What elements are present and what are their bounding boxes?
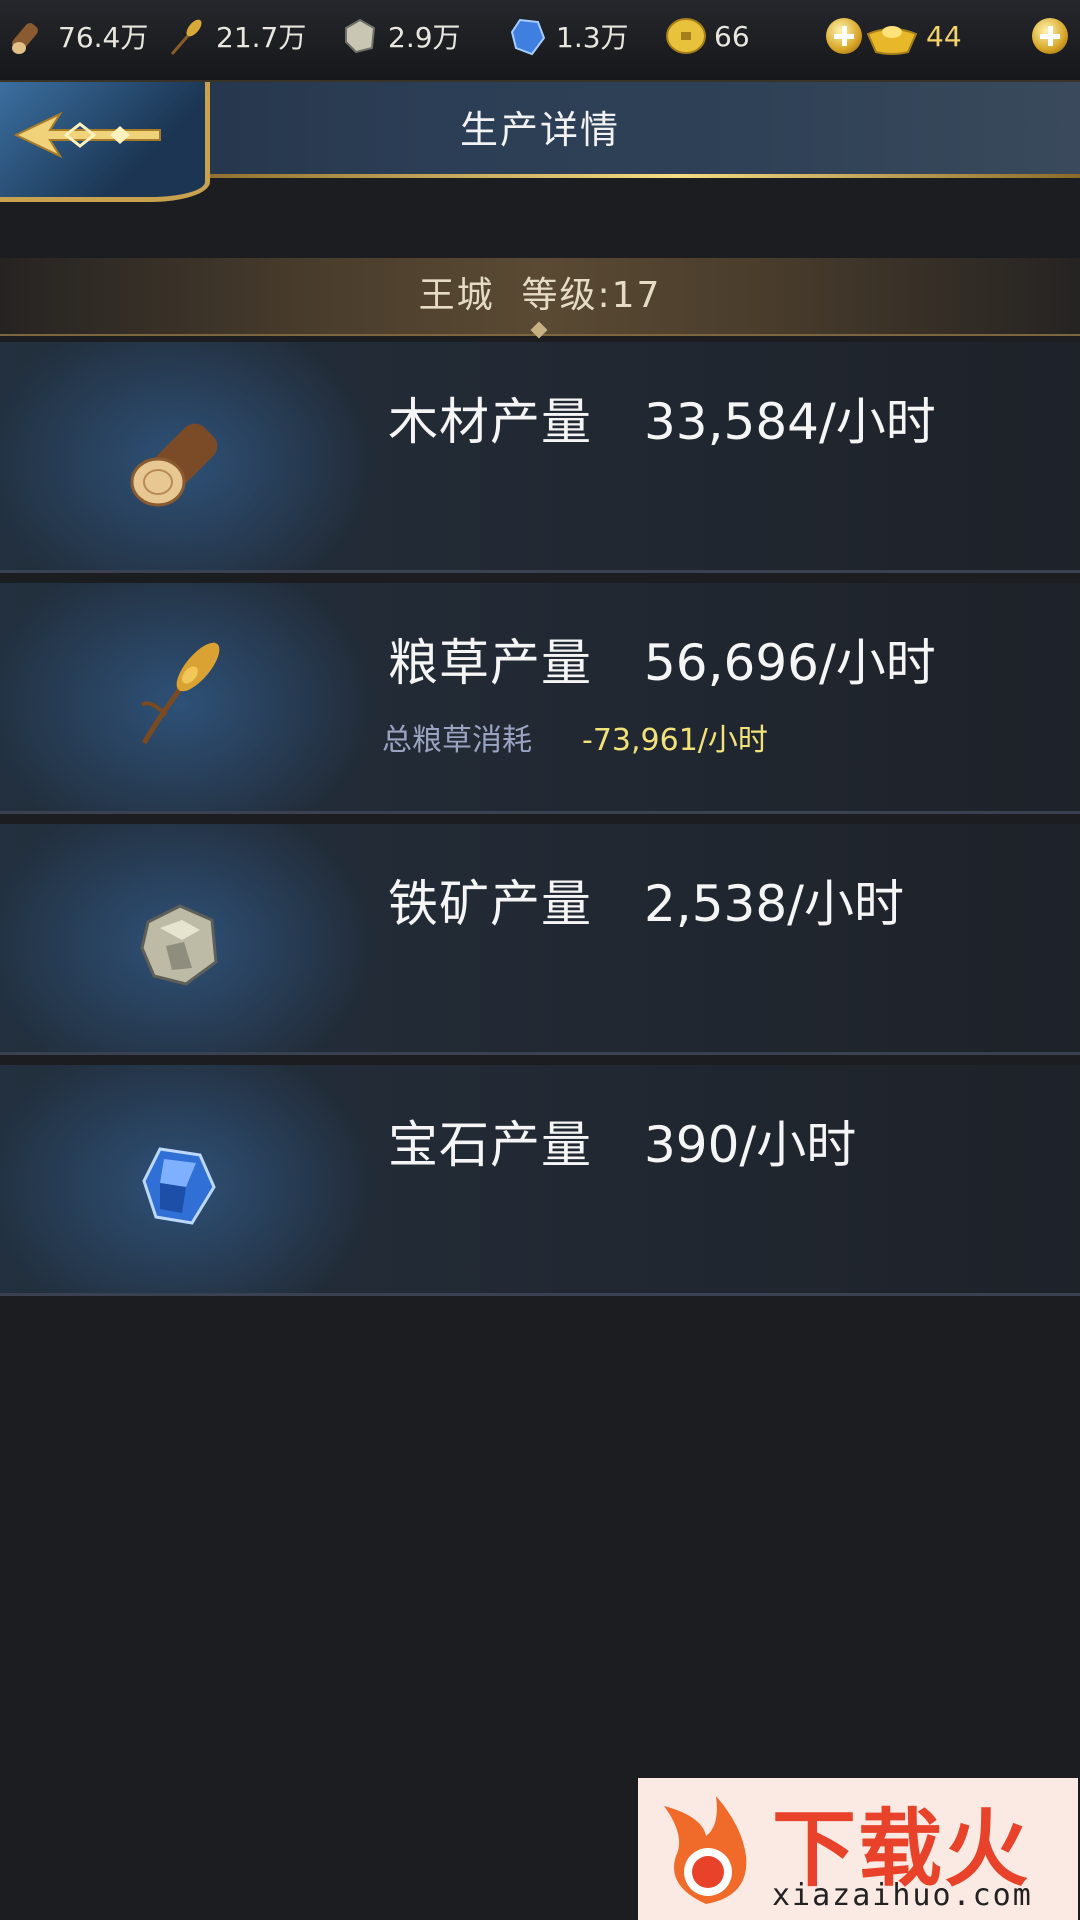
resource-wood[interactable]: 76.4万 [8, 0, 148, 72]
coin-icon [666, 18, 706, 54]
flame-logo-icon [664, 1796, 747, 1904]
add-resource-button[interactable] [1032, 0, 1068, 72]
row-title: 木材产量 [388, 393, 592, 451]
row-title: 宝石产量 [388, 1116, 592, 1174]
add-ingot-icon[interactable] [826, 18, 862, 54]
wheat-icon [140, 641, 220, 745]
ingot-group[interactable]: 44 [826, 0, 962, 72]
row-amount: 390/小时 [644, 1116, 857, 1174]
production-row-wood: 木材产量 33,584/小时 [0, 342, 1080, 573]
watermark: 下载火 xiazaihuo.com [638, 1778, 1078, 1920]
row-title: 铁矿产量 [388, 875, 592, 933]
plus-icon [1032, 18, 1068, 54]
production-row-grain: 粮草产量 56,696/小时 总粮草消耗 -73,961/小时 [0, 583, 1080, 814]
resource-grain[interactable]: 21.7万 [166, 0, 306, 72]
row-amount: 33,584/小时 [644, 393, 936, 451]
resource-bar: 76.4万 21.7万 2.9万 1.3万 66 44 [0, 0, 1080, 82]
wood-icon [12, 23, 38, 54]
gem-icon [510, 18, 546, 56]
iron-ore-icon [345, 18, 376, 54]
resource-coin[interactable]: 66 [664, 0, 750, 72]
row-amount: 56,696/小时 [644, 634, 936, 692]
gem-icon [142, 1147, 216, 1225]
row-title: 粮草产量 [388, 634, 592, 692]
grain-icon [170, 19, 202, 55]
grain-consumption-label: 总粮草消耗 [382, 723, 532, 758]
page-title: 生产详情 [459, 108, 620, 152]
row-amount: 2,538/小时 [644, 875, 904, 933]
resource-iron[interactable]: 2.9万 [338, 0, 461, 72]
production-row-iron: 铁矿产量 2,538/小时 [0, 824, 1080, 1055]
watermark-url: xiazaihuo.com [772, 1878, 1033, 1913]
resource-gem[interactable]: 1.3万 [506, 0, 629, 72]
production-row-gem: 宝石产量 390/小时 [0, 1065, 1080, 1296]
grain-consumption-value: -73,961/小时 [582, 723, 768, 758]
gold-ingot-icon [866, 26, 918, 55]
iron-ore-icon [140, 904, 218, 986]
wood-log-icon [130, 423, 218, 507]
